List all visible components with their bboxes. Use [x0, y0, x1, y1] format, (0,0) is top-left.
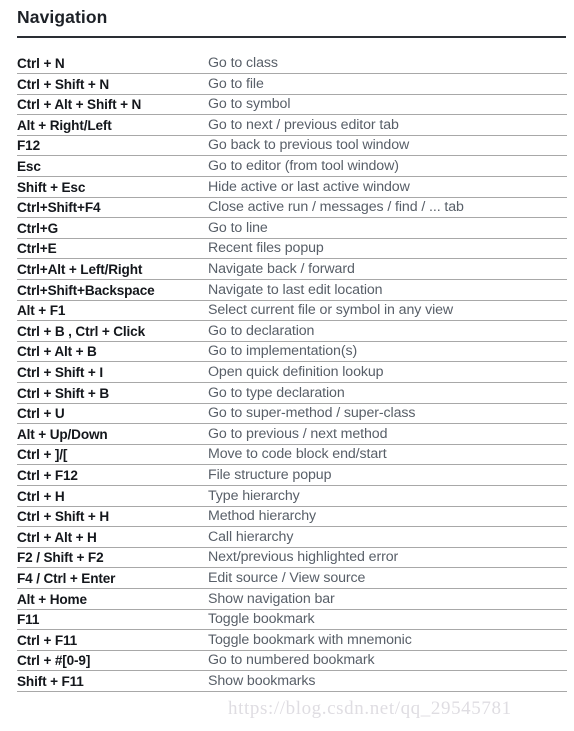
table-row: Ctrl + Shift + B Go to type declaration: [17, 382, 567, 404]
shortcut-keys-cell: Ctrl + Shift + I: [17, 361, 207, 383]
shortcut-keys-cell: Ctrl + N: [17, 53, 207, 75]
shortcut-action-cell: Call hierarchy: [207, 526, 567, 548]
shortcut-keys-cell: Ctrl + U: [17, 403, 207, 425]
shortcut-action-cell: Go to next / previous editor tab: [207, 114, 567, 136]
shortcut-keys-cell: Ctrl + Alt + B: [17, 341, 207, 363]
shortcut-action-cell: Go to symbol: [207, 94, 567, 116]
shortcut-action-cell: Go to type declaration: [207, 382, 567, 404]
shortcut-action-cell: Go to previous / next method: [207, 423, 567, 445]
table-row: Ctrl + Shift + N Go to file: [17, 73, 567, 95]
shortcut-keys-cell: Ctrl+Shift+Backspace: [17, 279, 207, 301]
table-row: Alt + Right/Left Go to next / previous ed…: [17, 114, 567, 136]
table-row: Ctrl + #[0-9] Go to numbered bookmark: [17, 650, 567, 672]
shortcut-keys-cell: Ctrl+Shift+F4: [17, 197, 207, 219]
shortcut-keys-cell: Shift + F11: [17, 670, 207, 692]
shortcut-action-cell: Go back to previous tool window: [207, 135, 567, 157]
shortcut-action-cell: Method hierarchy: [207, 506, 567, 528]
table-row: Ctrl+Alt + Left/Right Navigate back / for…: [17, 258, 567, 281]
table-row: F12 Go back to previous tool window: [17, 135, 567, 157]
shortcut-action-cell: Go to line: [207, 217, 567, 239]
shortcut-keys-cell: Alt + Home: [17, 588, 207, 610]
table-row: Ctrl + B , Ctrl + Click Go to declaration: [17, 320, 567, 342]
shortcut-keys-cell: Ctrl + Shift + H: [17, 506, 207, 528]
shortcut-action-cell: Go to class: [207, 53, 567, 75]
shortcut-keys-cell: Ctrl + H: [17, 485, 207, 507]
table-row: Ctrl + H Type hierarchy: [17, 485, 567, 507]
shortcut-action-cell: Navigate back / forward: [207, 258, 567, 281]
table-row: Ctrl + Alt + Shift + N Go to symbol: [17, 94, 567, 116]
shortcut-action-cell: Hide active or last active window: [207, 176, 567, 198]
shortcuts-table-body: Ctrl + N Go to class Ctrl + Shift + N Go to…: [17, 53, 567, 692]
shortcut-keys-cell: Ctrl + Alt + H: [17, 526, 207, 548]
shortcut-action-cell: Close active run / messages / find / ...…: [207, 197, 567, 219]
shortcut-keys-cell: Ctrl + Alt + Shift + N: [17, 94, 207, 116]
shortcut-keys-cell: Ctrl + B , Ctrl + Click: [17, 320, 207, 342]
shortcut-keys-cell: Shift + Esc: [17, 176, 207, 198]
shortcut-action-cell: Go to implementation(s): [207, 341, 567, 363]
shortcut-keys-cell: Ctrl + F12: [17, 464, 207, 486]
shortcut-reference-sheet: Navigation Ctrl + N Go to class Ctrl + Shi…: [0, 0, 574, 731]
table-row: F4 / Ctrl + Enter Edit source / View sour…: [17, 567, 567, 589]
table-row: Alt + Home Show navigation bar: [17, 588, 567, 610]
table-row: F2 / Shift + F2 Next/previous highlighted…: [17, 547, 567, 569]
shortcut-keys-cell: Alt + Right/Left: [17, 114, 207, 136]
table-row: Esc Go to editor (from tool window): [17, 155, 567, 178]
page-title: Navigation: [17, 7, 108, 27]
shortcuts-table: Ctrl + N Go to class Ctrl + Shift + N Go to…: [17, 53, 567, 692]
watermark: https://blog.csdn.net/qq_29545781: [228, 698, 512, 719]
shortcut-action-cell: Show bookmarks: [207, 670, 567, 692]
shortcut-keys-cell: Ctrl+G: [17, 217, 207, 239]
shortcut-action-cell: Toggle bookmark with mnemonic: [207, 629, 567, 651]
table-row: Ctrl+G Go to line: [17, 217, 567, 239]
heading-divider: [17, 36, 566, 38]
shortcut-action-cell: Recent files popup: [207, 238, 567, 260]
table-row: Ctrl + Shift + I Open quick definition lo…: [17, 361, 567, 383]
table-row: Ctrl + F12 File structure popup: [17, 464, 567, 486]
shortcut-keys-cell: Ctrl + F11: [17, 629, 207, 651]
shortcut-keys-cell: Ctrl + Shift + B: [17, 382, 207, 404]
shortcut-action-cell: Navigate to last edit location: [207, 279, 567, 301]
shortcut-action-cell: Open quick definition lookup: [207, 361, 567, 383]
shortcut-action-cell: Select current file or symbol in any vie…: [207, 300, 567, 322]
shortcut-action-cell: Next/previous highlighted error: [207, 547, 567, 569]
shortcut-keys-cell: Ctrl + Shift + N: [17, 73, 207, 95]
shortcut-keys-cell: Ctrl + #[0-9]: [17, 650, 207, 672]
shortcut-keys-cell: F12: [17, 135, 207, 157]
table-row: Ctrl + F11 Toggle bookmark with mnemonic: [17, 629, 567, 651]
shortcut-keys-cell: Alt + F1: [17, 300, 207, 322]
shortcut-action-cell: Show navigation bar: [207, 588, 567, 610]
table-row: Ctrl + U Go to super-method / super-class: [17, 403, 567, 425]
table-row: Ctrl + ]/[Move to code block end/start: [17, 444, 567, 466]
shortcut-keys-cell: Alt + Up/Down: [17, 423, 207, 445]
table-row: Ctrl+Shift+Backspace Navigate to last edi…: [17, 279, 567, 301]
shortcut-action-cell: Move to code block end/start: [207, 444, 567, 466]
table-row: Ctrl + Alt + B Go to implementation(s): [17, 341, 567, 363]
table-row: Shift + F11 Show bookmarks: [17, 670, 567, 692]
shortcut-keys-cell: F4 / Ctrl + Enter: [17, 567, 207, 589]
shortcut-keys-cell: Esc: [17, 155, 207, 178]
shortcut-action-cell: Go to declaration: [207, 320, 567, 342]
shortcut-keys-cell: F11: [17, 609, 207, 631]
shortcut-action-cell: Toggle bookmark: [207, 609, 567, 631]
table-row: Alt + F1 Select current file or symbol in…: [17, 300, 567, 322]
table-row: Shift + Esc Hide active or last active wi…: [17, 176, 567, 198]
table-row: Alt + Up/Down Go to previous / next metho…: [17, 423, 567, 445]
shortcut-keys-cell: F2 / Shift + F2: [17, 547, 207, 569]
shortcut-action-cell: Go to super-method / super-class: [207, 403, 567, 425]
shortcut-keys-cell: Ctrl+E: [17, 238, 207, 260]
shortcut-action-cell: Go to numbered bookmark: [207, 650, 567, 672]
shortcut-keys-cell: Ctrl + ]/[: [17, 444, 207, 466]
table-row: Ctrl+Shift+F4 Close active run / messages…: [17, 197, 567, 219]
shortcut-action-cell: Type hierarchy: [207, 485, 567, 507]
table-row: Ctrl + Shift + H Method hierarchy: [17, 506, 567, 528]
shortcut-action-cell: Edit source / View source: [207, 567, 567, 589]
table-row: Ctrl + Alt + H Call hierarchy: [17, 526, 567, 548]
shortcut-keys-cell: Ctrl+Alt + Left/Right: [17, 258, 207, 281]
table-row: Ctrl+E Recent files popup: [17, 238, 567, 260]
table-row: Ctrl + N Go to class: [17, 53, 567, 75]
shortcut-action-cell: File structure popup: [207, 464, 567, 486]
shortcut-action-cell: Go to editor (from tool window): [207, 155, 567, 178]
table-row: F11 Toggle bookmark: [17, 609, 567, 631]
shortcut-action-cell: Go to file: [207, 73, 567, 95]
